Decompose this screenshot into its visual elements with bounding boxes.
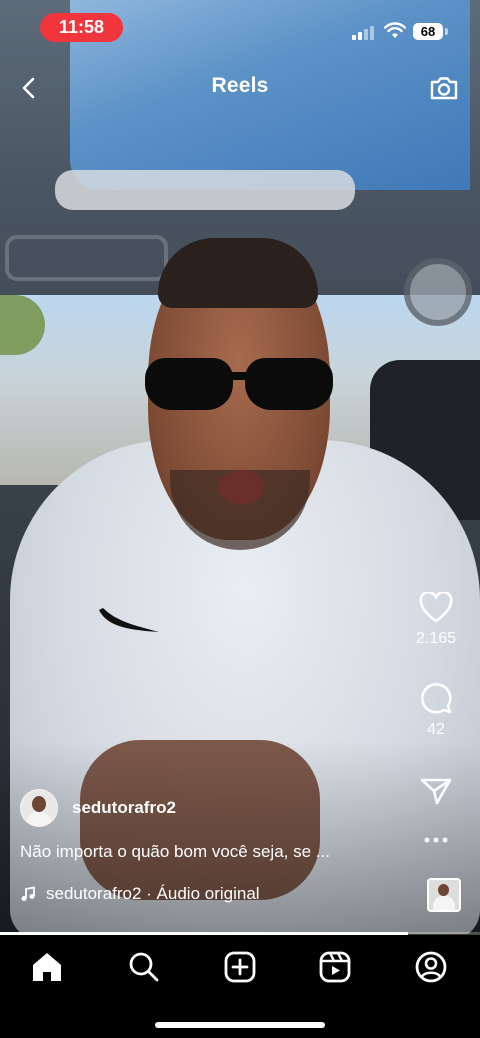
more-icon [424,837,448,843]
search-icon[interactable] [127,950,161,984]
home-icon[interactable] [30,950,64,984]
reel-caption[interactable]: Não importa o quão bom você seja, se ... [20,842,330,862]
battery-indicator: 68 [413,23,443,40]
signal-icon [352,24,376,40]
create-icon[interactable] [223,950,257,984]
share-button[interactable] [406,776,466,806]
profile-icon[interactable] [414,950,448,984]
video-sunglass-right [245,358,333,410]
music-note-icon [21,886,35,901]
avatar[interactable] [20,789,58,827]
send-icon [420,778,452,805]
audio-link[interactable]: sedutorafro2 · Áudio original [20,882,260,906]
video-light-button [404,258,472,326]
reels-icon[interactable] [318,950,352,984]
video-person-hair [158,238,318,308]
audio-thumbnail[interactable] [427,878,461,912]
owner-username[interactable]: sedutorafro2 [72,798,176,818]
nike-logo-icon [99,608,159,632]
camera-icon[interactable] [428,72,460,104]
video-grab-handle [5,235,168,281]
more-button[interactable] [406,836,466,844]
audio-label: sedutorafro2 · Áudio original [46,884,260,903]
page-title: Reels [211,74,269,97]
wifi-icon [384,22,406,38]
reels-screen: 11:58 68 Reels 2.165 42 sedutorafro2 Não… [0,0,480,1038]
video-sunroof-frame [55,170,355,210]
video-person-mouth [218,470,264,504]
home-indicator[interactable] [155,1022,325,1028]
comment-button[interactable]: 42 [406,681,466,739]
battery-tip [445,28,448,35]
status-time: 11:58 [40,13,123,42]
comment-icon [421,683,452,714]
status-bar: 11:58 68 [0,0,480,56]
video-sunglass-left [145,358,233,410]
like-count: 2.165 [415,630,457,647]
video-sunglasses [145,358,333,412]
heart-icon [419,592,453,623]
reel-owner[interactable]: sedutorafro2 [20,789,176,827]
like-button[interactable]: 2.165 [406,592,466,648]
comment-count: 42 [427,721,445,738]
